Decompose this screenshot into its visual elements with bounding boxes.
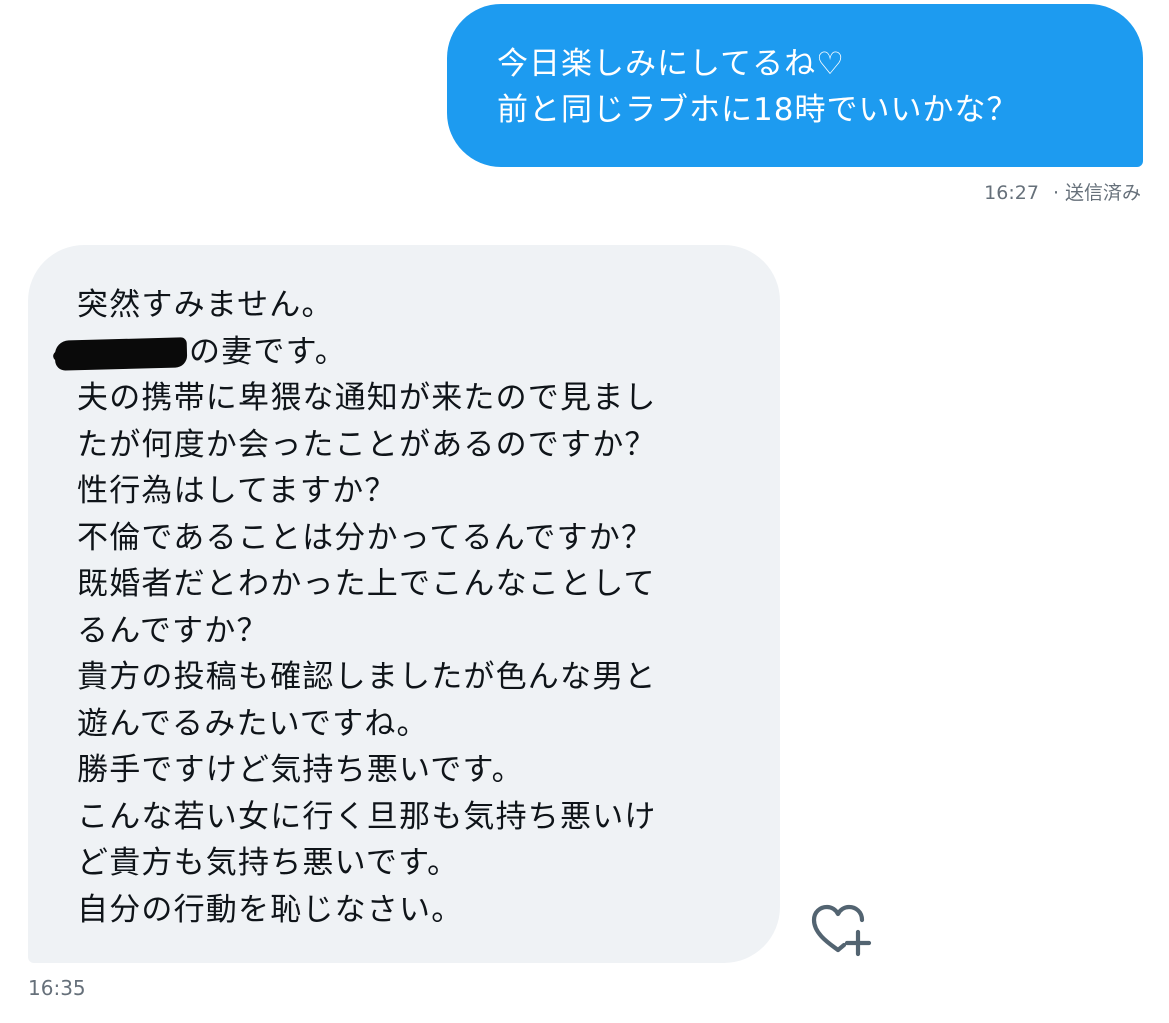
sent-message-status: 送信済み — [1064, 182, 1141, 204]
redaction-mark — [54, 336, 188, 371]
received-message-line-11: 勝手ですけど気持ち悪いです。 — [77, 752, 524, 788]
received-message-line-3: 夫の携帯に卑猥な通知が来たので見まし — [77, 380, 657, 416]
sent-message-time: 16:27 — [984, 182, 1039, 204]
received-message-line-6: 不倫であることは分かってるんですか？ — [77, 519, 654, 556]
received-message-line-5: 性行為はしてますか？ — [77, 473, 397, 509]
meta-separator: · — [1052, 182, 1059, 204]
received-message-line-14: 自分の行動を恥じなさい。 — [77, 891, 464, 928]
sent-message-bubble[interactable]: 今日楽しみにしてるね♡ 前と同じラブホに18時でいいかな？ — [447, 4, 1143, 167]
sent-message-line-2: 前と同じラブホに18時でいいかな？ — [497, 92, 1019, 128]
dm-conversation: 今日楽しみにしてるね♡ 前と同じラブホに18時でいいかな？ 16:27 · 送信済み… — [0, 0, 1169, 1023]
sent-message-line-1: 今日楽しみにしてるね♡ — [497, 46, 845, 82]
received-message-line-7: 既婚者だとわかった上でこんなことして — [77, 566, 656, 602]
received-message-line-8: るんですか？ — [77, 612, 269, 649]
received-message-line-10: 遊んでるみたいですね。 — [77, 705, 429, 742]
received-message-line-2: の妻です。 — [52, 329, 770, 376]
received-message-line-9: 貴方の投稿も確認しましたが色んな男と — [77, 659, 657, 695]
received-message-time: 16:35 — [28, 976, 86, 1000]
received-message-line-4: たが何度か会ったことがあるのですか？ — [77, 426, 657, 463]
like-button[interactable] — [808, 902, 874, 958]
received-message-bubble[interactable]: 突然すみません。 の妻です。 夫の携帯に卑猥な通知が来たので見まし たが何度か会… — [28, 245, 780, 963]
received-message-line-1: 突然すみません。 — [77, 287, 334, 323]
received-message-line-13: ど貴方も気持ち悪いです。 — [77, 845, 460, 881]
received-message-line-12: こんな若い女に行く旦那も気持ち悪いけ — [77, 798, 657, 835]
heart-plus-icon — [811, 904, 872, 957]
sent-message-meta: 16:27 · 送信済み — [984, 178, 1141, 205]
